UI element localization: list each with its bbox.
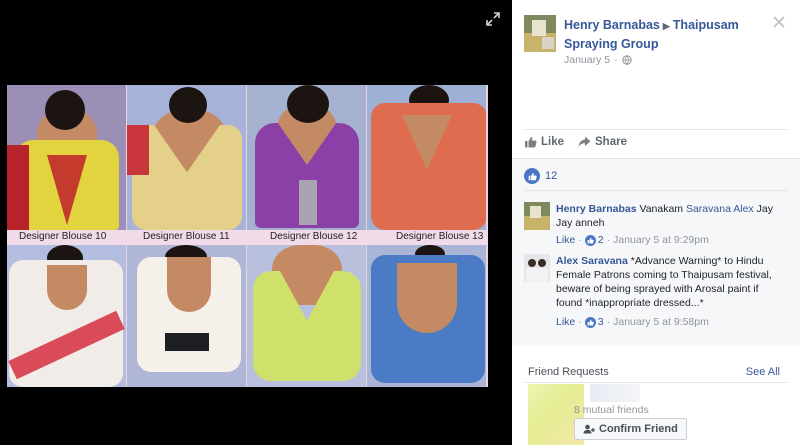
- blouse-image-11: [127, 85, 246, 235]
- caption-strip: Designer Blouse 10 Designer Blouse 11 De…: [7, 230, 488, 245]
- comment-like-button[interactable]: Like: [556, 316, 575, 328]
- comment-text-part: Vanakam: [639, 203, 686, 215]
- comment-text: Henry Barnabas Vanakam Saravana Alex Jay…: [556, 202, 782, 230]
- divider: [524, 190, 788, 191]
- post-date[interactable]: January 5: [564, 54, 610, 66]
- comments-section: 12 Henry Barnabas Vanakam Saravana Alex …: [512, 158, 800, 346]
- post-photo[interactable]: Designer Blouse 10 Designer Blouse 11 De…: [7, 85, 488, 387]
- share-arrow-icon: [578, 136, 591, 147]
- caption-blouse-11: Designer Blouse 11: [143, 231, 230, 242]
- share-button[interactable]: Share: [578, 136, 627, 148]
- post-actions: Like Share: [524, 136, 627, 148]
- comment-like-count[interactable]: 2: [584, 234, 604, 246]
- comment-like-button[interactable]: Like: [556, 234, 575, 246]
- comment-mention[interactable]: Saravana Alex: [686, 203, 754, 215]
- thumbs-up-icon: [525, 137, 537, 148]
- blouse-image-17: [367, 245, 486, 387]
- comment-timestamp[interactable]: January 5 at 9:58pm: [613, 316, 709, 328]
- divider: [524, 382, 788, 383]
- comment-like-count[interactable]: 3: [584, 316, 604, 328]
- post-meta: January 5 ·: [564, 54, 632, 66]
- comment-author[interactable]: Alex Saravana: [556, 255, 628, 267]
- reaction-count: 12: [545, 170, 558, 182]
- comment-meta: Like · 3 · January 5 at 9:58pm: [556, 316, 709, 328]
- blouse-image-10: [7, 85, 126, 235]
- caption-blouse-10: Designer Blouse 10: [19, 231, 107, 242]
- like-button[interactable]: Like: [524, 136, 564, 148]
- divider: [524, 129, 788, 130]
- close-icon[interactable]: [772, 15, 786, 29]
- see-all-link[interactable]: See All: [746, 366, 780, 378]
- photo-viewer: Designer Blouse 10 Designer Blouse 11 De…: [0, 0, 512, 445]
- blouse-image-15: [127, 245, 246, 387]
- expand-icon[interactable]: [486, 12, 500, 26]
- caption-blouse-13: Designer Blouse 13: [396, 231, 484, 242]
- commenter-avatar[interactable]: [524, 254, 550, 282]
- like-count-value: 2: [597, 234, 604, 246]
- friend-request-name-blurred[interactable]: [590, 384, 640, 402]
- blouse-image-12: [247, 85, 366, 235]
- comment-meta: Like · 2 · January 5 at 9:29pm: [556, 234, 709, 246]
- like-reaction-icon: [584, 316, 596, 328]
- reaction-summary[interactable]: 12: [524, 168, 557, 184]
- comment-item: Henry Barnabas Vanakam Saravana Alex Jay…: [524, 202, 784, 250]
- like-label: Like: [541, 136, 565, 148]
- blouse-image-16: [247, 245, 366, 387]
- post-header: Henry Barnabas ▶ Thaipusam Spraying Group: [564, 16, 774, 53]
- mutual-friends-count[interactable]: 8 mutual friends: [574, 404, 649, 416]
- share-label: Share: [595, 136, 627, 148]
- comment-item: Alex Saravana *Advance Warning* to Hindu…: [524, 254, 784, 332]
- comment-text: Alex Saravana *Advance Warning* to Hindu…: [556, 254, 782, 310]
- caption-blouse-12: Designer Blouse 12: [270, 231, 358, 242]
- comment-author[interactable]: Henry Barnabas: [556, 203, 637, 215]
- author-avatar[interactable]: [524, 15, 556, 52]
- globe-icon: [621, 55, 632, 65]
- add-friend-icon: [583, 424, 595, 434]
- author-name-link[interactable]: Henry Barnabas: [564, 18, 660, 32]
- friend-requests-title: Friend Requests: [528, 366, 609, 378]
- blouse-image-14: [7, 245, 126, 387]
- confirm-friend-button[interactable]: Confirm Friend: [574, 418, 687, 440]
- post-side-panel: Henry Barnabas ▶ Thaipusam Spraying Group …: [512, 0, 800, 445]
- blouse-image-13: [367, 85, 486, 235]
- divider: [512, 158, 800, 159]
- like-reaction-icon: [524, 168, 540, 184]
- like-reaction-icon: [584, 234, 596, 246]
- commenter-avatar[interactable]: [524, 202, 550, 230]
- arrow-right-icon: ▶: [662, 21, 670, 31]
- like-count-value: 3: [597, 316, 604, 328]
- confirm-friend-label: Confirm Friend: [599, 423, 678, 435]
- comment-timestamp[interactable]: January 5 at 9:29pm: [613, 234, 709, 246]
